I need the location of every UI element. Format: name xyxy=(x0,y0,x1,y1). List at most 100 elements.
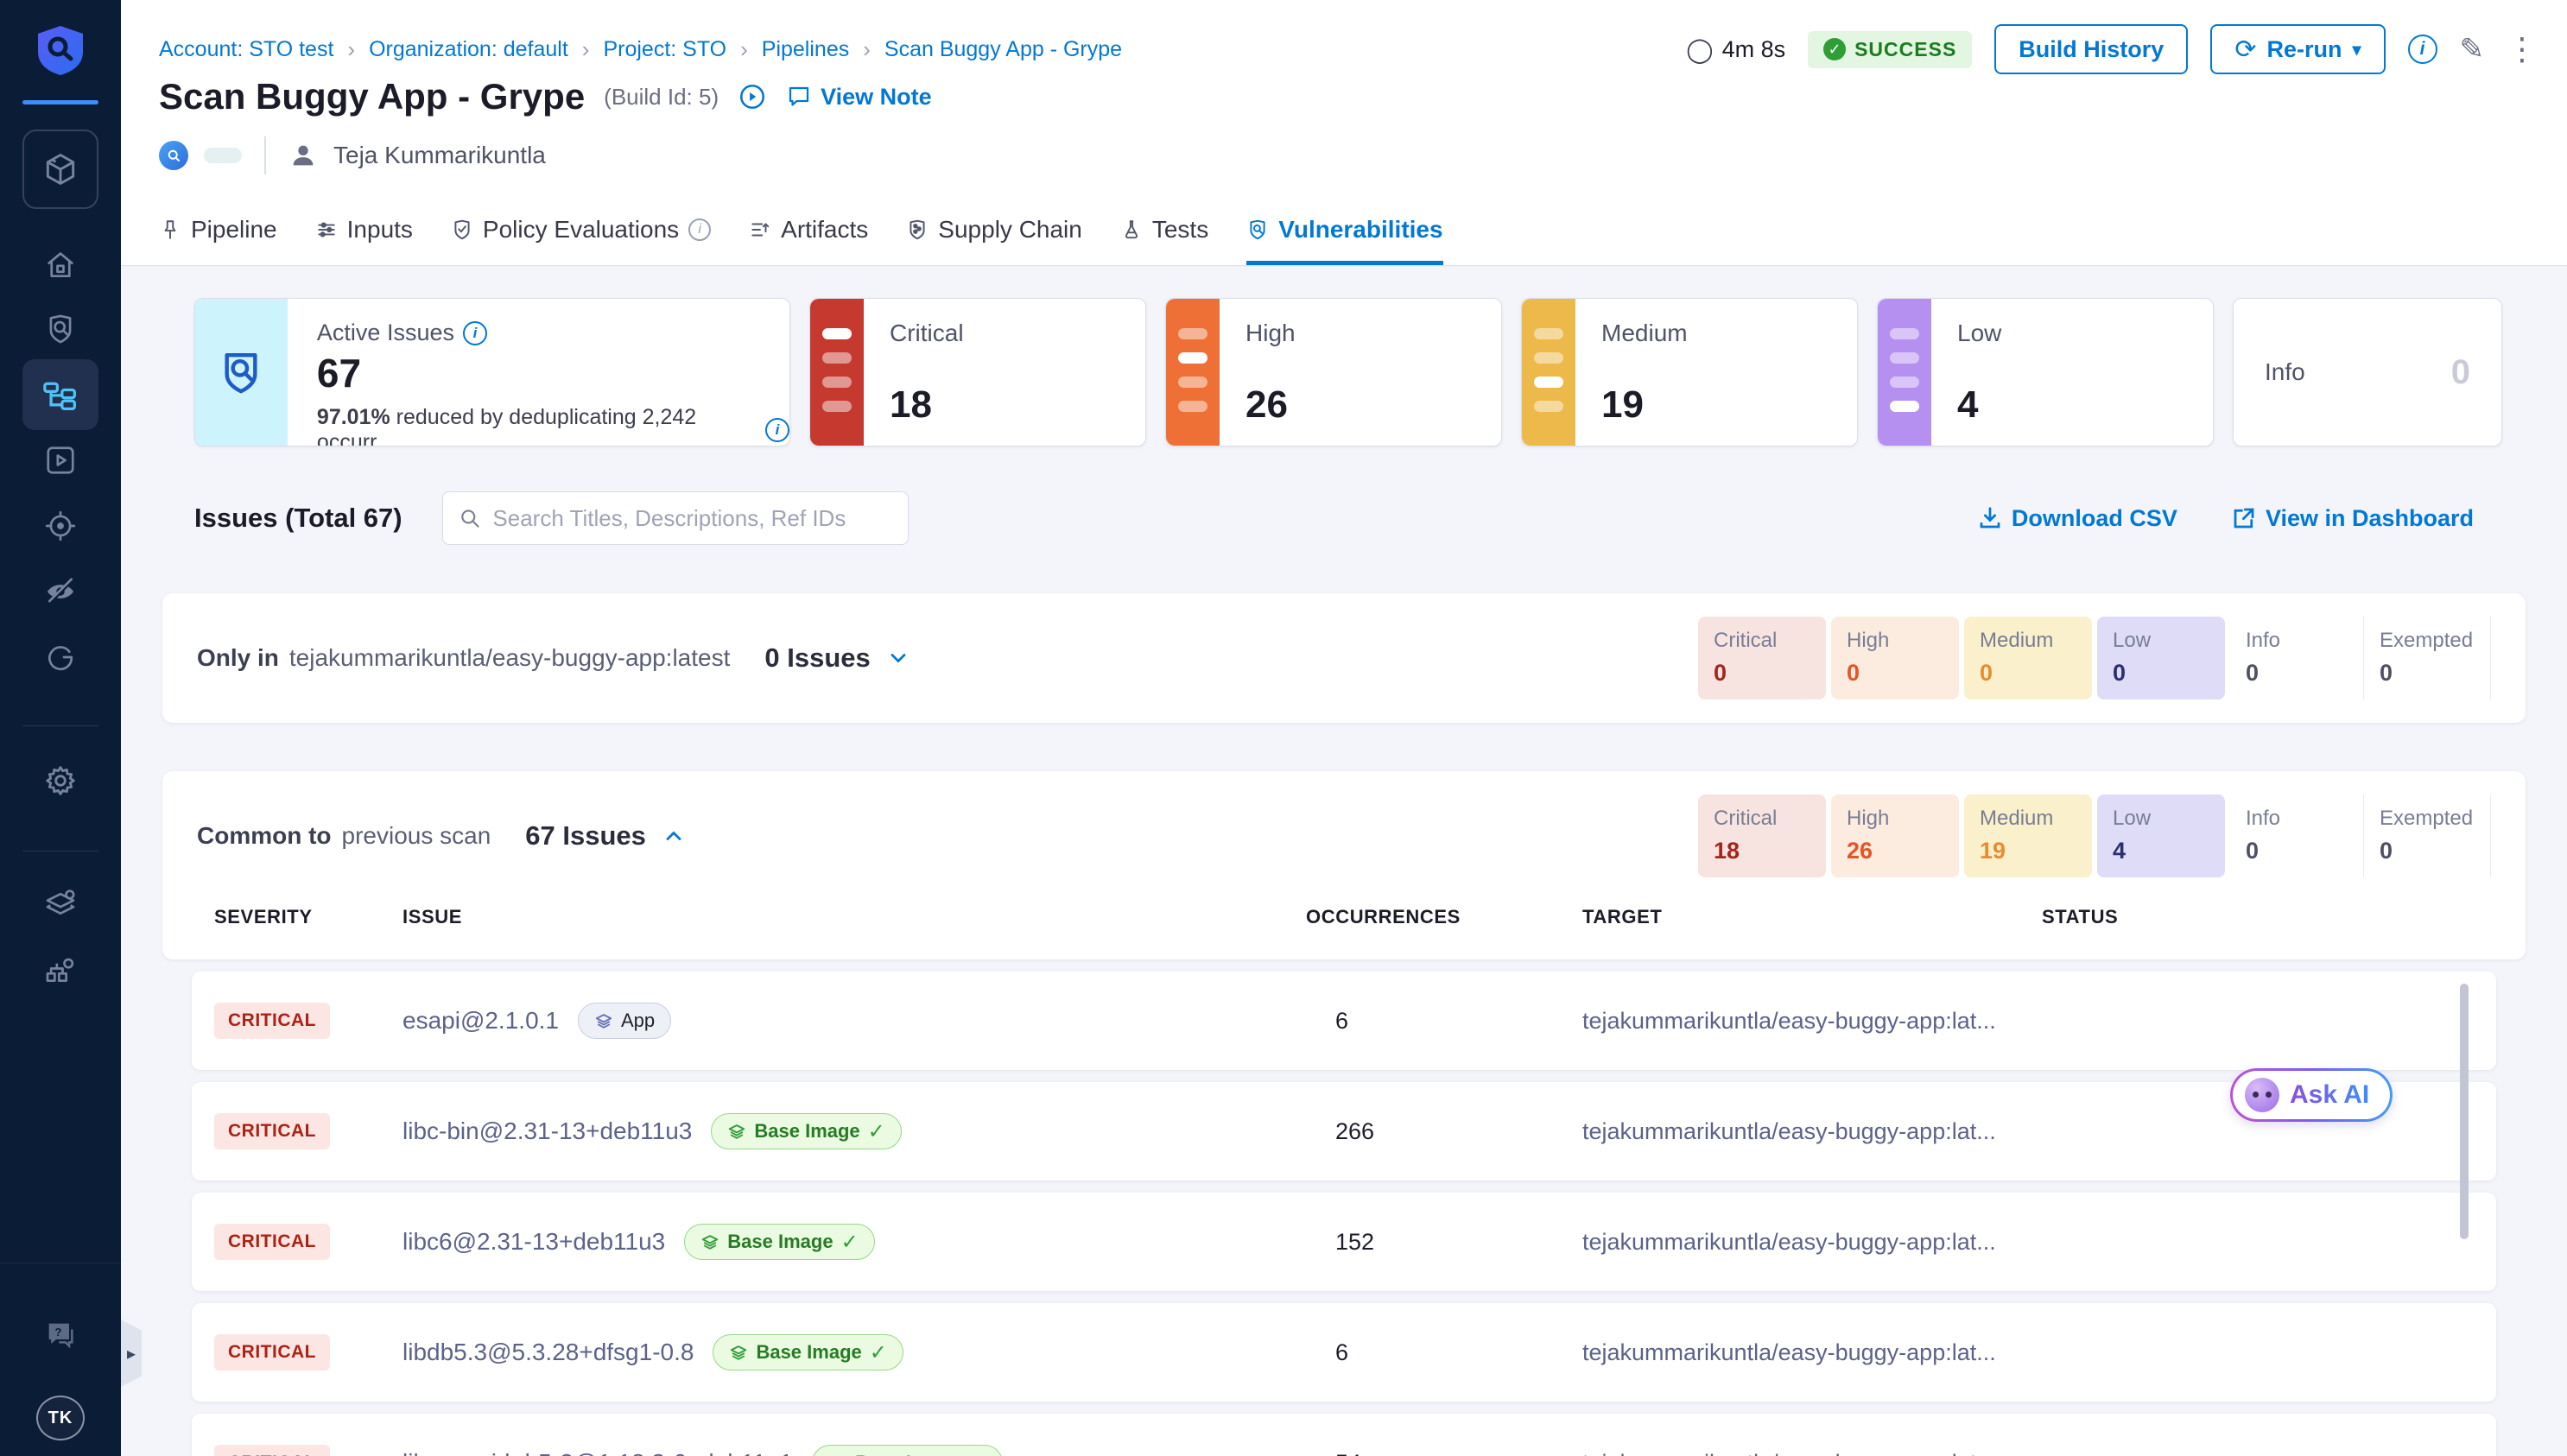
build-id: (Build Id: 5) xyxy=(604,84,719,111)
sidebar-item-account-resources[interactable] xyxy=(0,886,121,921)
view-in-dashboard-link[interactable]: View in Dashboard xyxy=(2231,505,2474,532)
breadcrumb-current[interactable]: Scan Buggy App - Grype xyxy=(884,37,1122,62)
column-occurrences: OCCURRENCES xyxy=(1306,906,1582,928)
tab-bar: Pipeline Inputs Policy Evaluations i xyxy=(159,216,1443,265)
tab-policy-evaluations[interactable]: Policy Evaluations i xyxy=(451,216,711,265)
medium-card: Medium 19 xyxy=(1521,298,1858,446)
eye-slash-icon xyxy=(43,575,78,608)
table-row[interactable]: CRITICAL libc6@2.31-13+deb11u3 Base Imag… xyxy=(192,1193,2496,1291)
base-image-tag: Base Image ✓ xyxy=(713,1334,903,1371)
sto-stage-icon xyxy=(159,141,188,170)
check-icon: ✓ xyxy=(968,1451,986,1456)
target-value: tejakummarikuntla/easy-buggy-app:lat... xyxy=(1582,1450,2042,1456)
tab-supply-chain[interactable]: Supply Chain xyxy=(906,216,1082,265)
high-count: 26 xyxy=(1245,383,1296,427)
info-icon[interactable]: i xyxy=(463,321,487,345)
table-row[interactable]: CRITICAL libgssapi-krb5-2@1.18.3-6+deb11… xyxy=(192,1414,2496,1456)
artifacts-icon xyxy=(749,218,771,241)
issue-name[interactable]: libdb5.3@5.3.28+dfsg1-0.8 xyxy=(402,1339,694,1366)
chevron-separator-icon: › xyxy=(347,36,355,63)
issue-name[interactable]: libgssapi-krb5-2@1.18.3-6+deb11u1 xyxy=(402,1449,793,1456)
sidebar-item-executions[interactable] xyxy=(0,444,121,477)
sidebar-expand-handle[interactable]: ▸ xyxy=(121,1320,142,1387)
tab-inputs[interactable]: Inputs xyxy=(315,216,413,265)
edit-pencil-icon[interactable]: ✎ xyxy=(2460,32,2485,66)
stage-pill xyxy=(204,148,242,163)
breadcrumb-project[interactable]: Project: STO xyxy=(603,37,726,62)
execution-compare-icon[interactable] xyxy=(738,82,767,111)
issues-toolbar: Issues (Total 67) Download CSV xyxy=(194,491,2474,545)
module-selector-cube-icon[interactable] xyxy=(22,130,98,209)
critical-count: 18 xyxy=(890,383,964,427)
summary-cards: Active Issues i 67 97.01% reduced by ded… xyxy=(194,298,2567,446)
gear-icon xyxy=(43,763,78,798)
search-box[interactable] xyxy=(442,491,909,545)
layers-gear-icon xyxy=(43,886,78,921)
sidebar-item-pipelines[interactable] xyxy=(22,359,98,430)
search-input[interactable] xyxy=(492,505,891,532)
column-severity: SEVERITY xyxy=(214,906,402,928)
table-scrollbar[interactable] xyxy=(2460,984,2469,1239)
tab-vulnerabilities[interactable]: Vulnerabilities xyxy=(1246,216,1442,265)
download-csv-link[interactable]: Download CSV xyxy=(1977,505,2177,532)
sidebar-item-get-started[interactable] xyxy=(0,641,121,674)
check-circle-icon: ✓ xyxy=(1823,38,1846,60)
severity-badge: CRITICAL xyxy=(214,1445,330,1456)
info-card: Info 0 xyxy=(2233,298,2502,446)
breadcrumb-organization[interactable]: Organization: default xyxy=(369,37,568,62)
target-value: tejakummarikuntla/easy-buggy-app:lat... xyxy=(1582,1229,2042,1256)
user-avatar[interactable]: TK xyxy=(36,1396,85,1440)
common-group: Common to previous scan 67 Issues Critic… xyxy=(121,771,2567,1456)
badge-medium: Medium0 xyxy=(1964,617,2092,700)
sidebar-item-settings[interactable] xyxy=(0,763,121,798)
only-in-group: Only in tejakummarikuntla/easy-buggy-app… xyxy=(162,593,2526,723)
power-icon xyxy=(44,641,77,674)
tab-artifacts[interactable]: Artifacts xyxy=(749,216,868,265)
layers-icon xyxy=(727,1122,746,1141)
sidebar-item-targets[interactable] xyxy=(0,510,121,542)
chevron-up-icon[interactable] xyxy=(662,824,686,848)
table-row[interactable]: CRITICAL libc-bin@2.31-13+deb11u3 Base I… xyxy=(192,1082,2496,1181)
badge-exempted: Exempted0 xyxy=(2363,794,2491,877)
table-row[interactable]: CRITICAL libdb5.3@5.3.28+dfsg1-0.8 Base … xyxy=(192,1303,2496,1402)
comment-icon xyxy=(786,84,812,110)
info-icon[interactable]: i xyxy=(765,418,789,442)
pin-icon xyxy=(159,218,181,241)
severity-badges: Critical18 High26 Medium19 Low4 Info0 xyxy=(1693,794,2491,877)
issue-name[interactable]: libc-bin@2.31-13+deb11u3 xyxy=(402,1117,692,1145)
badge-low: Low0 xyxy=(2097,617,2225,700)
view-note-link[interactable]: View Note xyxy=(786,84,932,111)
medium-count: 19 xyxy=(1601,383,1688,427)
badge-critical: Critical18 xyxy=(1698,794,1826,877)
low-severity-bar-icon xyxy=(1878,299,1931,446)
info-icon[interactable]: i xyxy=(2408,35,2437,64)
shield-search-icon xyxy=(217,348,265,396)
sidebar-item-exemptions[interactable] xyxy=(0,575,121,608)
breadcrumb-pipelines[interactable]: Pipelines xyxy=(762,37,849,62)
target-value: tejakummarikuntla/easy-buggy-app:lat... xyxy=(1582,1118,2042,1145)
table-row[interactable]: CRITICAL esapi@2.1.0.1 App 6 tejakummari… xyxy=(192,972,2496,1070)
harness-sto-logo-icon[interactable] xyxy=(33,22,88,78)
sidebar-item-overview[interactable] xyxy=(0,313,121,345)
shield-scan-icon xyxy=(1246,218,1269,241)
ask-ai-button[interactable]: Ask AI xyxy=(2230,1068,2393,1122)
tab-tests[interactable]: Tests xyxy=(1120,216,1208,265)
occurrences-value: 152 xyxy=(1306,1229,1582,1256)
breadcrumb-account[interactable]: Account: STO test xyxy=(159,37,333,62)
sidebar-item-organization[interactable] xyxy=(0,953,121,988)
issue-name[interactable]: esapi@2.1.0.1 xyxy=(402,1007,559,1035)
sidebar-item-help[interactable]: ? xyxy=(0,1318,121,1352)
badge-info: Info0 xyxy=(2230,617,2358,700)
kebab-menu-icon[interactable]: ⋮ xyxy=(2507,31,2538,67)
occurrences-value: 54 xyxy=(1306,1450,1582,1456)
chevron-down-icon[interactable] xyxy=(886,646,910,670)
author-name: Teja Kummarikuntla xyxy=(333,142,546,169)
tab-pipeline[interactable]: Pipeline xyxy=(159,216,277,265)
issue-name[interactable]: libc6@2.31-13+deb11u3 xyxy=(402,1228,665,1256)
shield-search-icon xyxy=(44,313,77,345)
breadcrumb: Account: STO test › Organization: defaul… xyxy=(159,36,1122,63)
build-history-button[interactable]: Build History xyxy=(1994,24,2188,74)
high-severity-bar-icon xyxy=(1166,299,1220,446)
rerun-button[interactable]: ⟳ Re-run ▾ xyxy=(2210,24,2385,74)
sidebar-item-home[interactable] xyxy=(0,249,121,282)
